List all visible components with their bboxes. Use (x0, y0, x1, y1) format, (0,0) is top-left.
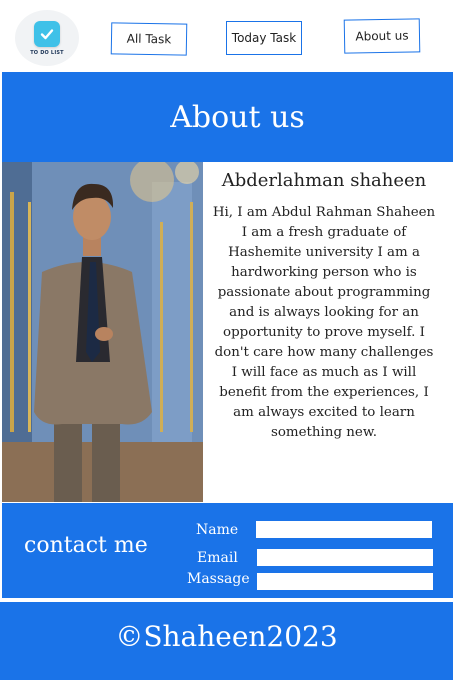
message-input[interactable] (257, 573, 433, 590)
about-banner: About us (2, 72, 453, 162)
contact-title: contact me (24, 533, 148, 558)
email-label: Email (197, 550, 238, 566)
email-input[interactable] (257, 549, 433, 566)
bio-section: Abderlahman shaheen Hi, I am Abdul Rahma… (212, 170, 436, 443)
nav-today-task-button[interactable]: Today Task (226, 21, 302, 55)
contact-section: contact me Name Email Massage (2, 503, 453, 598)
logo-text: TO DO LIST (30, 49, 64, 56)
page-title: About us (170, 99, 305, 135)
bio-text: Hi, I am Abdul Rahman Shaheen I am a fre… (212, 205, 436, 440)
name-label: Name (196, 522, 239, 538)
nav-all-task-button[interactable]: All Task (110, 22, 188, 56)
app-logo[interactable]: TO DO LIST (15, 10, 79, 66)
checkmark-icon (34, 20, 60, 47)
header: TO DO LIST All Task Today Task About us (0, 0, 453, 72)
bio-name: Abderlahman shaheen (221, 170, 427, 191)
copyright-text: ©Shaheen2023 (115, 619, 338, 653)
profile-photo (2, 162, 203, 502)
name-input[interactable] (256, 521, 432, 538)
footer: ©Shaheen2023 (0, 602, 453, 680)
nav-about-us-button[interactable]: About us (343, 18, 421, 54)
message-label: Massage (187, 571, 250, 587)
